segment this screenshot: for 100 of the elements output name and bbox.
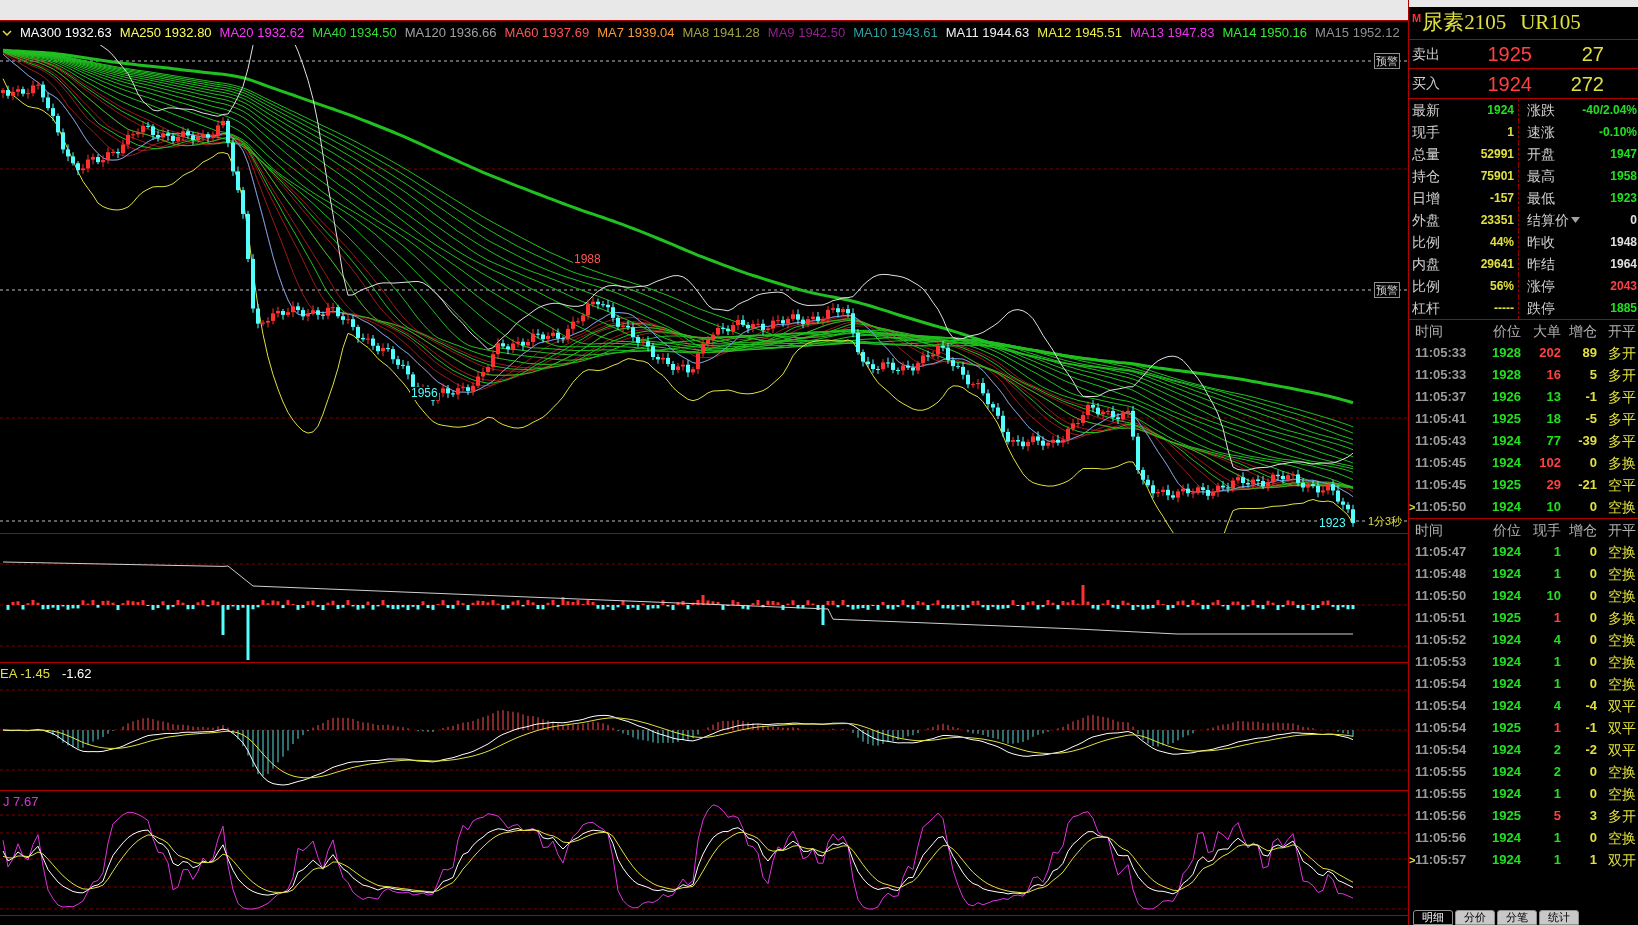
type-cell-text: 空换 — [1607, 762, 1636, 782]
change-cell-text: -2 — [1584, 741, 1597, 760]
type-cell-text: 空换 — [1607, 784, 1636, 804]
row-pointer: > — [1409, 852, 1415, 868]
instrument-code: UR105 — [1520, 9, 1581, 37]
volume-cell-text: 1 — [1552, 653, 1561, 672]
type-cell-text: 空换 — [1607, 497, 1636, 517]
volume-cell-text: 102 — [1538, 454, 1561, 473]
stat-label: 最新 — [1412, 100, 1440, 120]
volume-cell-text: 1 — [1552, 851, 1561, 870]
price-cell-text: 1925 — [1491, 719, 1521, 738]
type-cell-text: 空换 — [1607, 630, 1636, 650]
price-cell-text: 1924 — [1491, 498, 1521, 517]
row-pointer: > — [1409, 499, 1415, 515]
time-cell-text: 11:05:52 — [1415, 631, 1468, 650]
column-header: 价位 — [1492, 520, 1521, 540]
volume-cell-text: 1 — [1552, 719, 1561, 738]
price-cell-text: 1924 — [1491, 851, 1521, 870]
time-cell-text: 11:05:41 — [1415, 410, 1468, 429]
time-cell-text: 11:05:48 — [1415, 565, 1468, 584]
change-cell-text: 89 — [1581, 344, 1597, 363]
quote-price: 1924 — [1486, 71, 1532, 97]
stat-value: 1 — [1507, 124, 1514, 141]
volume-cell-text: 202 — [1538, 344, 1561, 363]
stat-value: -40/2.04% — [1582, 102, 1637, 119]
stat-label: 现手 — [1412, 122, 1440, 142]
alert-marker[interactable]: 预警 — [1374, 282, 1400, 298]
volume-cell-text: 1 — [1552, 785, 1561, 804]
stat-label: 内盘 — [1412, 254, 1440, 274]
quote-label: 卖出 — [1412, 44, 1441, 64]
price-cell-text: 1924 — [1491, 565, 1521, 584]
stat-label: 杠杆 — [1412, 298, 1440, 318]
change-cell-text: -4 — [1584, 697, 1597, 716]
stat-value: 1924 — [1487, 102, 1514, 119]
stat-value: 56% — [1489, 278, 1514, 295]
stat-value: 1958 — [1610, 168, 1637, 185]
quote-volume: 27 — [1580, 42, 1604, 67]
indicator-value: MA8 1941.28 — [682, 24, 760, 43]
time-cell-text: 11:05:43 — [1415, 432, 1468, 451]
indicator-value: MA250 1932.80 — [119, 24, 212, 43]
type-cell-text: 多开 — [1607, 365, 1636, 385]
change-cell-text: 0 — [1588, 675, 1597, 694]
stat-value: 29641 — [1480, 256, 1514, 273]
change-cell-text: -21 — [1577, 476, 1597, 495]
tab[interactable]: 分价 — [1455, 910, 1495, 925]
indicator-value: MA120 1936.66 — [404, 24, 497, 43]
column-header: 现手 — [1532, 520, 1561, 540]
stat-value: -0.10% — [1598, 124, 1637, 141]
alert-marker[interactable]: 预警 — [1374, 53, 1400, 69]
stat-value: -157 — [1489, 190, 1514, 207]
time-cell-text: 11:05:33 — [1415, 366, 1468, 385]
indicator-value: MA9 1942.50 — [767, 24, 846, 43]
indicator-value: MA40 1934.50 — [312, 24, 397, 43]
change-cell-text: 0 — [1588, 631, 1597, 650]
dropdown-caret-icon[interactable] — [1571, 217, 1580, 223]
stat-label: 开盘 — [1527, 144, 1555, 164]
change-cell-text: 1 — [1588, 851, 1597, 870]
volume-cell-text: 10 — [1545, 498, 1561, 517]
stat-label: 日增 — [1412, 188, 1440, 208]
type-cell-text: 多换 — [1607, 453, 1636, 473]
tab[interactable]: 统计 — [1539, 910, 1579, 925]
volume-cell-text: 1 — [1552, 829, 1561, 848]
time-cell-text: 11:05:50 — [1415, 587, 1468, 606]
price-cell-text: 1924 — [1491, 631, 1521, 650]
stat-label: 持仓 — [1412, 166, 1440, 186]
time-cell-text: 11:05:50 — [1415, 498, 1468, 517]
indicator-value: MA15 1952.12 — [1315, 24, 1400, 43]
change-cell-text: -1 — [1584, 719, 1597, 738]
indicator-value: MA20 1932.62 — [219, 24, 305, 43]
type-cell-text: 空换 — [1607, 542, 1636, 562]
tab[interactable]: 明细 — [1413, 910, 1453, 925]
price-label: 1923 — [1318, 517, 1347, 530]
chevron-down-icon[interactable] — [2, 29, 12, 37]
change-cell-text: 0 — [1588, 653, 1597, 672]
type-cell-text: 多换 — [1607, 608, 1636, 628]
volume-cell-text: 5 — [1552, 807, 1561, 826]
change-cell-text: 0 — [1588, 498, 1597, 517]
type-cell-text: 双平 — [1607, 696, 1636, 716]
time-cell-text: 11:05:45 — [1415, 476, 1468, 495]
price-cell-text: 1926 — [1491, 388, 1521, 407]
stat-value: 1923 — [1610, 190, 1637, 207]
change-cell-text: -39 — [1577, 432, 1597, 451]
change-cell-text: 0 — [1588, 829, 1597, 848]
time-cell-text: 11:05:55 — [1415, 785, 1468, 804]
stat-value: 2043 — [1610, 278, 1637, 295]
tab[interactable]: 分笔 — [1497, 910, 1537, 925]
stat-value: 44% — [1489, 234, 1514, 251]
volume-cell-text: 77 — [1545, 432, 1561, 451]
time-cell-text: 11:05:54 — [1415, 741, 1468, 760]
column-header: 增仓 — [1568, 520, 1597, 540]
stat-label: 比例 — [1412, 232, 1440, 252]
stat-value: 52991 — [1480, 146, 1514, 163]
price-cell-text: 1924 — [1491, 653, 1521, 672]
type-cell-text: 多平 — [1607, 409, 1636, 429]
indicator-value: -1.62 — [61, 665, 92, 683]
type-cell-text: 双平 — [1607, 718, 1636, 738]
time-cell-text: 11:05:37 — [1415, 388, 1468, 407]
market-label: M — [1412, 11, 1422, 26]
time-cell-text: 11:05:54 — [1415, 675, 1468, 694]
column-header: 增仓 — [1568, 321, 1597, 341]
